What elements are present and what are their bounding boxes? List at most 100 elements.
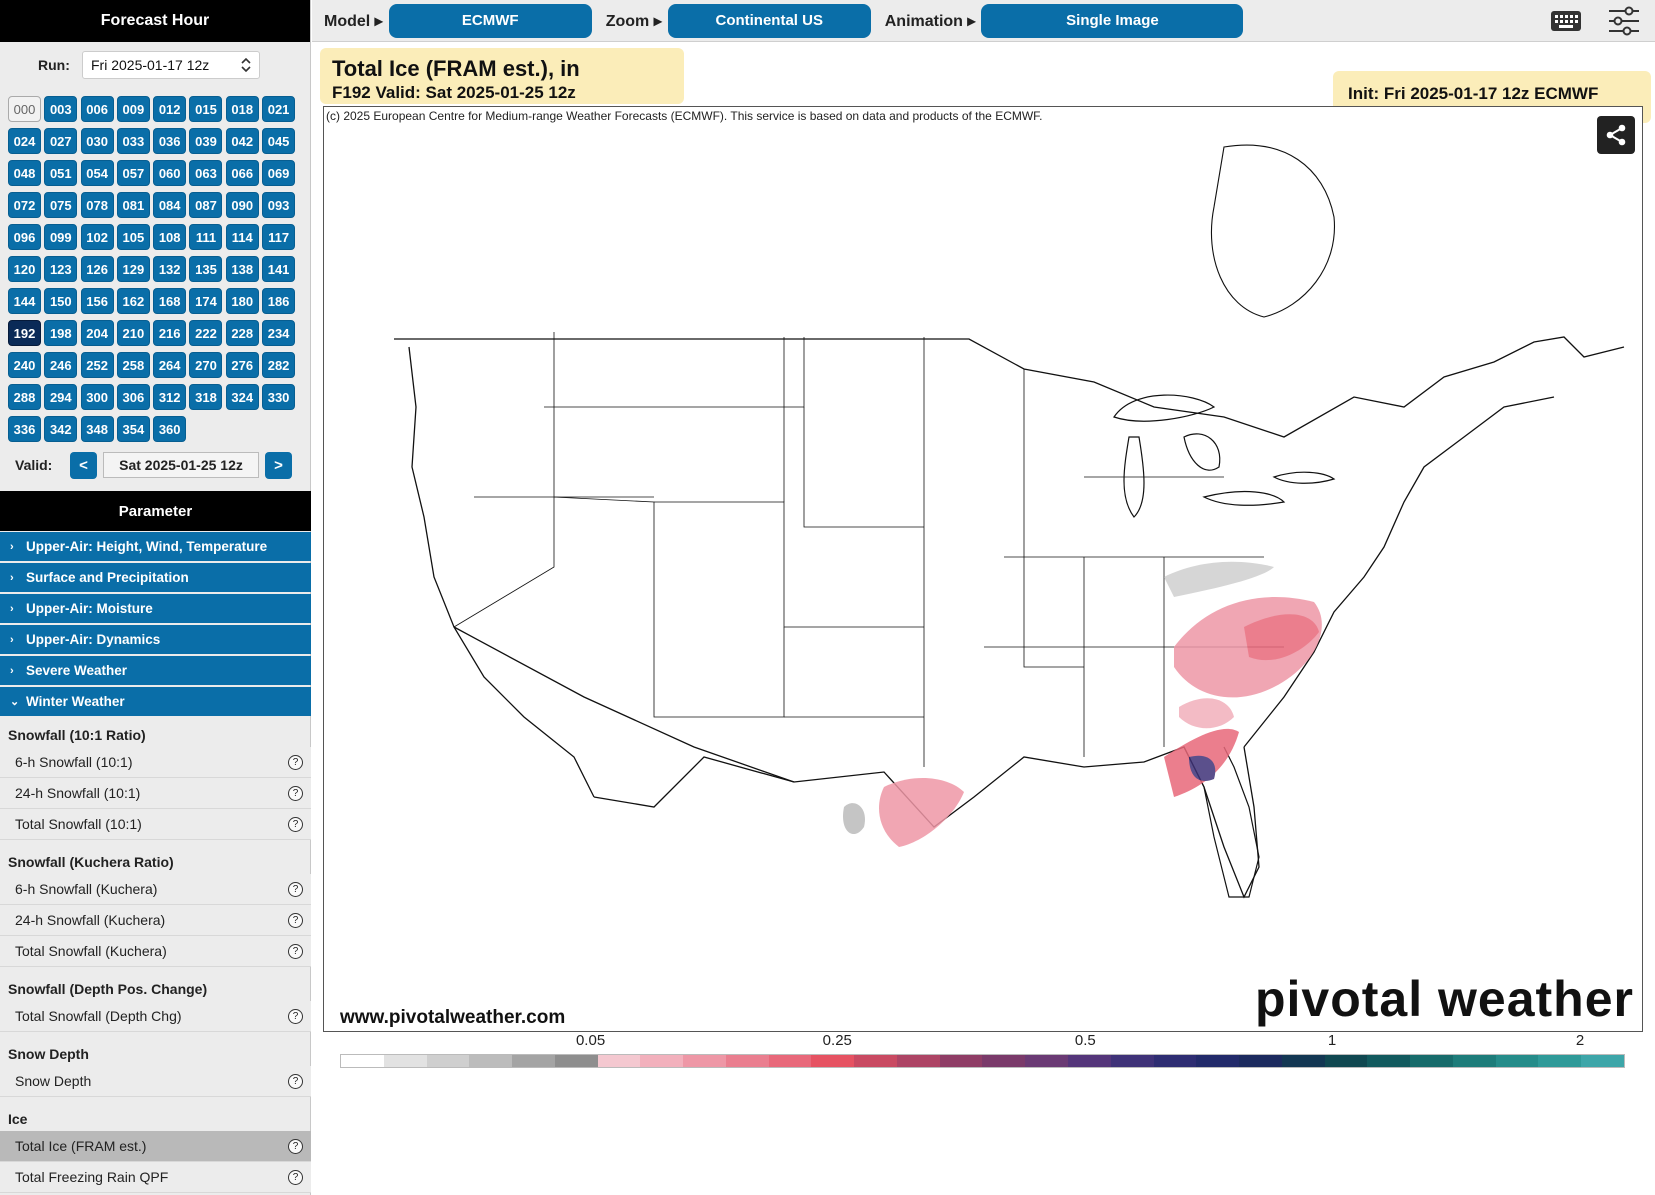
forecast-hour-button[interactable]: 015 <box>189 96 223 122</box>
forecast-hour-button[interactable]: 057 <box>116 160 150 186</box>
parameter-item[interactable]: Total Snowfall (10:1)? <box>0 809 311 840</box>
help-icon[interactable]: ? <box>288 1008 303 1024</box>
forecast-hour-button[interactable]: 264 <box>153 352 187 378</box>
forecast-hour-button[interactable]: 042 <box>225 128 259 154</box>
help-icon[interactable]: ? <box>288 785 303 801</box>
parameter-item[interactable]: 6-h Snowfall (10:1)? <box>0 747 311 778</box>
parameter-item[interactable]: Total Ice (FRAM est.)? <box>0 1131 311 1162</box>
forecast-hour-button[interactable]: 186 <box>262 288 296 314</box>
forecast-hour-button[interactable]: 009 <box>116 96 150 122</box>
help-icon[interactable]: ? <box>288 943 303 959</box>
parameter-item[interactable]: Total Freezing Rain QPF? <box>0 1162 311 1193</box>
forecast-hour-button[interactable]: 066 <box>225 160 259 186</box>
forecast-hour-button[interactable]: 102 <box>80 224 114 250</box>
help-icon[interactable]: ? <box>288 1138 303 1154</box>
help-icon[interactable]: ? <box>288 754 303 770</box>
forecast-hour-button[interactable]: 294 <box>44 384 78 410</box>
parameter-item[interactable]: 24-h Snowfall (Kuchera)? <box>0 905 311 936</box>
forecast-hour-button[interactable]: 174 <box>189 288 223 314</box>
forecast-hour-button[interactable]: 216 <box>153 320 187 346</box>
forecast-hour-button[interactable]: 354 <box>116 416 150 442</box>
forecast-hour-button[interactable]: 138 <box>225 256 259 282</box>
help-icon[interactable]: ? <box>288 1169 303 1185</box>
forecast-hour-button[interactable]: 324 <box>225 384 259 410</box>
weather-map[interactable] <box>323 106 1643 1032</box>
forecast-hour-button[interactable]: 033 <box>116 128 150 154</box>
forecast-hour-button[interactable]: 234 <box>262 320 296 346</box>
run-select[interactable]: Fri 2025-01-17 12z <box>82 51 260 79</box>
parameter-item[interactable]: Total Snowfall (Depth Chg)? <box>0 1001 311 1032</box>
keyboard-icon[interactable] <box>1550 10 1582 32</box>
forecast-hour-button[interactable]: 348 <box>80 416 114 442</box>
parameter-item[interactable]: Snow Depth? <box>0 1066 311 1097</box>
forecast-hour-button[interactable]: 117 <box>262 224 296 250</box>
parameter-item[interactable]: 6-h Snowfall (Kuchera)? <box>0 874 311 905</box>
forecast-hour-button[interactable]: 240 <box>8 352 41 378</box>
share-icon[interactable] <box>1597 116 1635 154</box>
forecast-hour-button[interactable]: 282 <box>262 352 296 378</box>
forecast-hour-button[interactable]: 039 <box>189 128 223 154</box>
forecast-hour-button[interactable]: 123 <box>44 256 78 282</box>
forecast-hour-button[interactable]: 114 <box>225 224 259 250</box>
forecast-hour-button[interactable]: 135 <box>189 256 223 282</box>
forecast-hour-button[interactable]: 270 <box>189 352 223 378</box>
forecast-hour-button[interactable]: 288 <box>8 384 41 410</box>
forecast-hour-button[interactable]: 276 <box>225 352 259 378</box>
parameter-category[interactable]: › Upper-Air: Moisture <box>0 594 311 623</box>
parameter-category[interactable]: › Upper-Air: Height, Wind, Temperature <box>0 532 311 561</box>
forecast-hour-button[interactable]: 192 <box>8 320 41 346</box>
forecast-hour-button[interactable]: 111 <box>189 224 223 250</box>
forecast-hour-button[interactable]: 342 <box>44 416 78 442</box>
forecast-hour-button[interactable]: 084 <box>153 192 187 218</box>
forecast-hour-button[interactable]: 108 <box>153 224 187 250</box>
forecast-hour-button[interactable]: 099 <box>44 224 78 250</box>
parameter-category[interactable]: › Surface and Precipitation <box>0 563 311 592</box>
help-icon[interactable]: ? <box>288 912 303 928</box>
forecast-hour-button[interactable]: 075 <box>44 192 78 218</box>
forecast-hour-button[interactable]: 060 <box>153 160 187 186</box>
forecast-hour-button[interactable]: 030 <box>80 128 114 154</box>
forecast-hour-button[interactable]: 228 <box>225 320 259 346</box>
forecast-hour-button[interactable]: 318 <box>189 384 223 410</box>
forecast-hour-button[interactable]: 051 <box>44 160 78 186</box>
forecast-hour-button[interactable]: 003 <box>44 96 78 122</box>
forecast-hour-button[interactable]: 096 <box>8 224 41 250</box>
forecast-hour-button[interactable]: 054 <box>80 160 114 186</box>
sliders-icon[interactable] <box>1607 5 1641 37</box>
forecast-hour-button[interactable]: 072 <box>8 192 41 218</box>
forecast-hour-button[interactable]: 000 <box>8 96 41 122</box>
forecast-hour-button[interactable]: 252 <box>80 352 114 378</box>
forecast-hour-button[interactable]: 141 <box>262 256 296 282</box>
parameter-item[interactable]: Total Snowfall (Kuchera)? <box>0 936 311 967</box>
next-hour-button[interactable]: > <box>265 451 292 479</box>
prev-hour-button[interactable]: < <box>70 451 97 479</box>
animation-button[interactable]: Single Image <box>981 3 1244 38</box>
forecast-hour-button[interactable]: 162 <box>116 288 150 314</box>
forecast-hour-button[interactable]: 069 <box>262 160 296 186</box>
forecast-hour-button[interactable]: 006 <box>80 96 114 122</box>
forecast-hour-button[interactable]: 306 <box>116 384 150 410</box>
forecast-hour-button[interactable]: 048 <box>8 160 41 186</box>
forecast-hour-button[interactable]: 156 <box>80 288 114 314</box>
forecast-hour-button[interactable]: 081 <box>116 192 150 218</box>
forecast-hour-button[interactable]: 129 <box>116 256 150 282</box>
forecast-hour-button[interactable]: 210 <box>116 320 150 346</box>
forecast-hour-button[interactable]: 144 <box>8 288 41 314</box>
forecast-hour-button[interactable]: 198 <box>44 320 78 346</box>
forecast-hour-button[interactable]: 126 <box>80 256 114 282</box>
forecast-hour-button[interactable]: 018 <box>225 96 259 122</box>
forecast-hour-button[interactable]: 045 <box>262 128 296 154</box>
forecast-hour-button[interactable]: 093 <box>262 192 296 218</box>
forecast-hour-button[interactable]: 222 <box>189 320 223 346</box>
forecast-hour-button[interactable]: 012 <box>153 96 187 122</box>
parameter-item[interactable]: 24-h Snowfall (10:1)? <box>0 778 311 809</box>
forecast-hour-button[interactable]: 132 <box>153 256 187 282</box>
forecast-hour-button[interactable]: 120 <box>8 256 41 282</box>
forecast-hour-button[interactable]: 312 <box>153 384 187 410</box>
forecast-hour-button[interactable]: 168 <box>153 288 187 314</box>
parameter-category[interactable]: › Severe Weather <box>0 656 311 685</box>
forecast-hour-button[interactable]: 021 <box>262 96 296 122</box>
forecast-hour-button[interactable]: 246 <box>44 352 78 378</box>
forecast-hour-button[interactable]: 105 <box>116 224 150 250</box>
forecast-hour-button[interactable]: 087 <box>189 192 223 218</box>
